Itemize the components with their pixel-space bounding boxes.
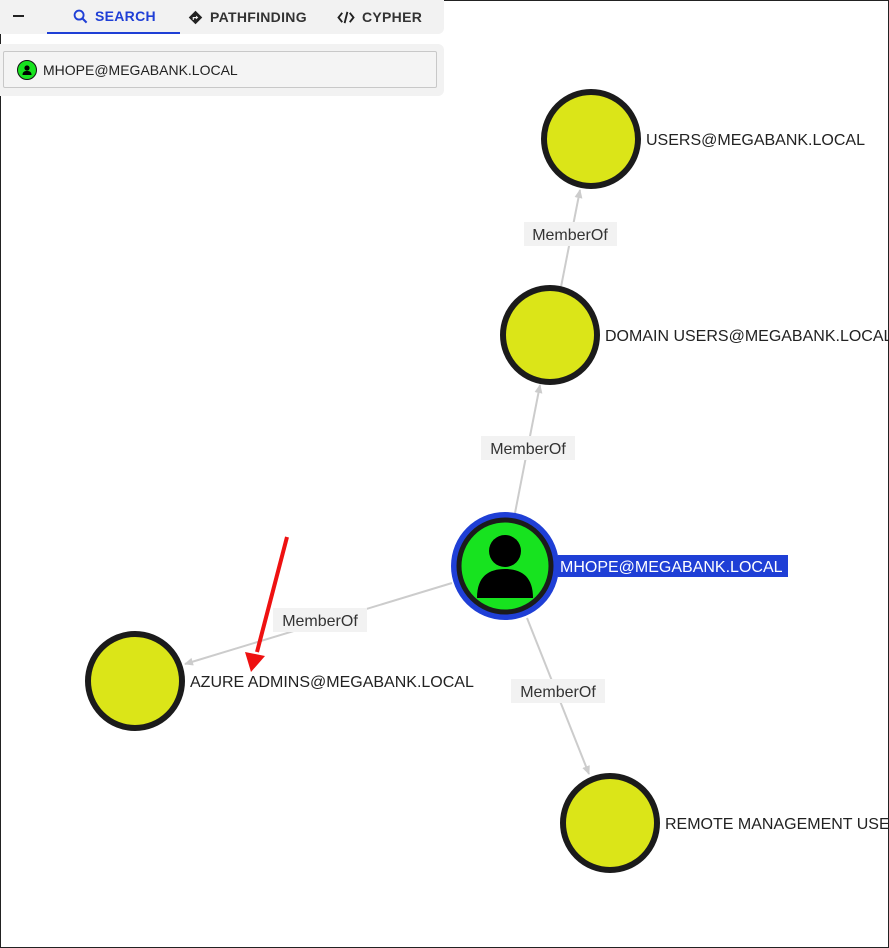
tab-search-label: SEARCH	[95, 8, 156, 24]
node-domain-users[interactable]: DOMAIN USERS@MEGABANK.LOCAL	[500, 285, 889, 385]
svg-text:MemberOf: MemberOf	[490, 441, 566, 458]
node-users[interactable]: USERS@MEGABANK.LOCAL	[541, 89, 865, 189]
node-mhope[interactable]: MHOPE@MEGABANK.LOCAL	[451, 512, 788, 620]
user-icon	[22, 64, 32, 75]
node-azure-admins[interactable]: AZURE ADMINS@MEGABANK.LOCAL	[85, 631, 474, 731]
tab-pathfinding-label: PATHFINDING	[210, 9, 307, 25]
graph-canvas[interactable]: MemberOf MemberOf MemberOf MemberOf USER…	[0, 0, 889, 948]
edge-label-domain-users: MemberOf	[481, 436, 575, 460]
edge-label-azure-admins: MemberOf	[273, 608, 367, 632]
user-node-icon	[17, 59, 37, 80]
node-label-mhope: MHOPE@MEGABANK.LOCAL	[560, 559, 783, 576]
tab-cypher-label: CYPHER	[362, 9, 423, 25]
node-label-remote-management: REMOTE MANAGEMENT USE	[665, 816, 889, 833]
search-icon	[73, 9, 88, 23]
minus-icon	[12, 15, 24, 17]
tab-cypher[interactable]: CYPHER	[337, 0, 437, 34]
tab-pathfinding[interactable]: PATHFINDING	[188, 0, 318, 34]
search-input[interactable]: MHOPE@MEGABANK.LOCAL	[3, 51, 437, 88]
annotation-arrow	[245, 536, 289, 672]
tab-search[interactable]: SEARCH	[47, 0, 180, 34]
code-icon	[337, 11, 355, 23]
edge-label-remote-management: MemberOf	[511, 679, 605, 703]
svg-text:MemberOf: MemberOf	[520, 684, 596, 701]
search-panel: MHOPE@MEGABANK.LOCAL	[0, 44, 444, 96]
directions-icon	[188, 10, 203, 24]
node-label-domain-users: DOMAIN USERS@MEGABANK.LOCAL	[605, 328, 889, 345]
search-value: MHOPE@MEGABANK.LOCAL	[43, 61, 238, 78]
node-label-azure-admins: AZURE ADMINS@MEGABANK.LOCAL	[190, 674, 474, 691]
node-remote-management[interactable]: REMOTE MANAGEMENT USE	[560, 773, 889, 873]
tab-bar: SEARCH PATHFINDING CYPHER	[0, 0, 444, 34]
edge-label-users: MemberOf	[524, 222, 617, 246]
node-label-users: USERS@MEGABANK.LOCAL	[646, 132, 865, 149]
collapse-button[interactable]	[6, 2, 30, 30]
svg-text:MemberOf: MemberOf	[532, 227, 608, 244]
svg-text:MemberOf: MemberOf	[282, 613, 358, 630]
